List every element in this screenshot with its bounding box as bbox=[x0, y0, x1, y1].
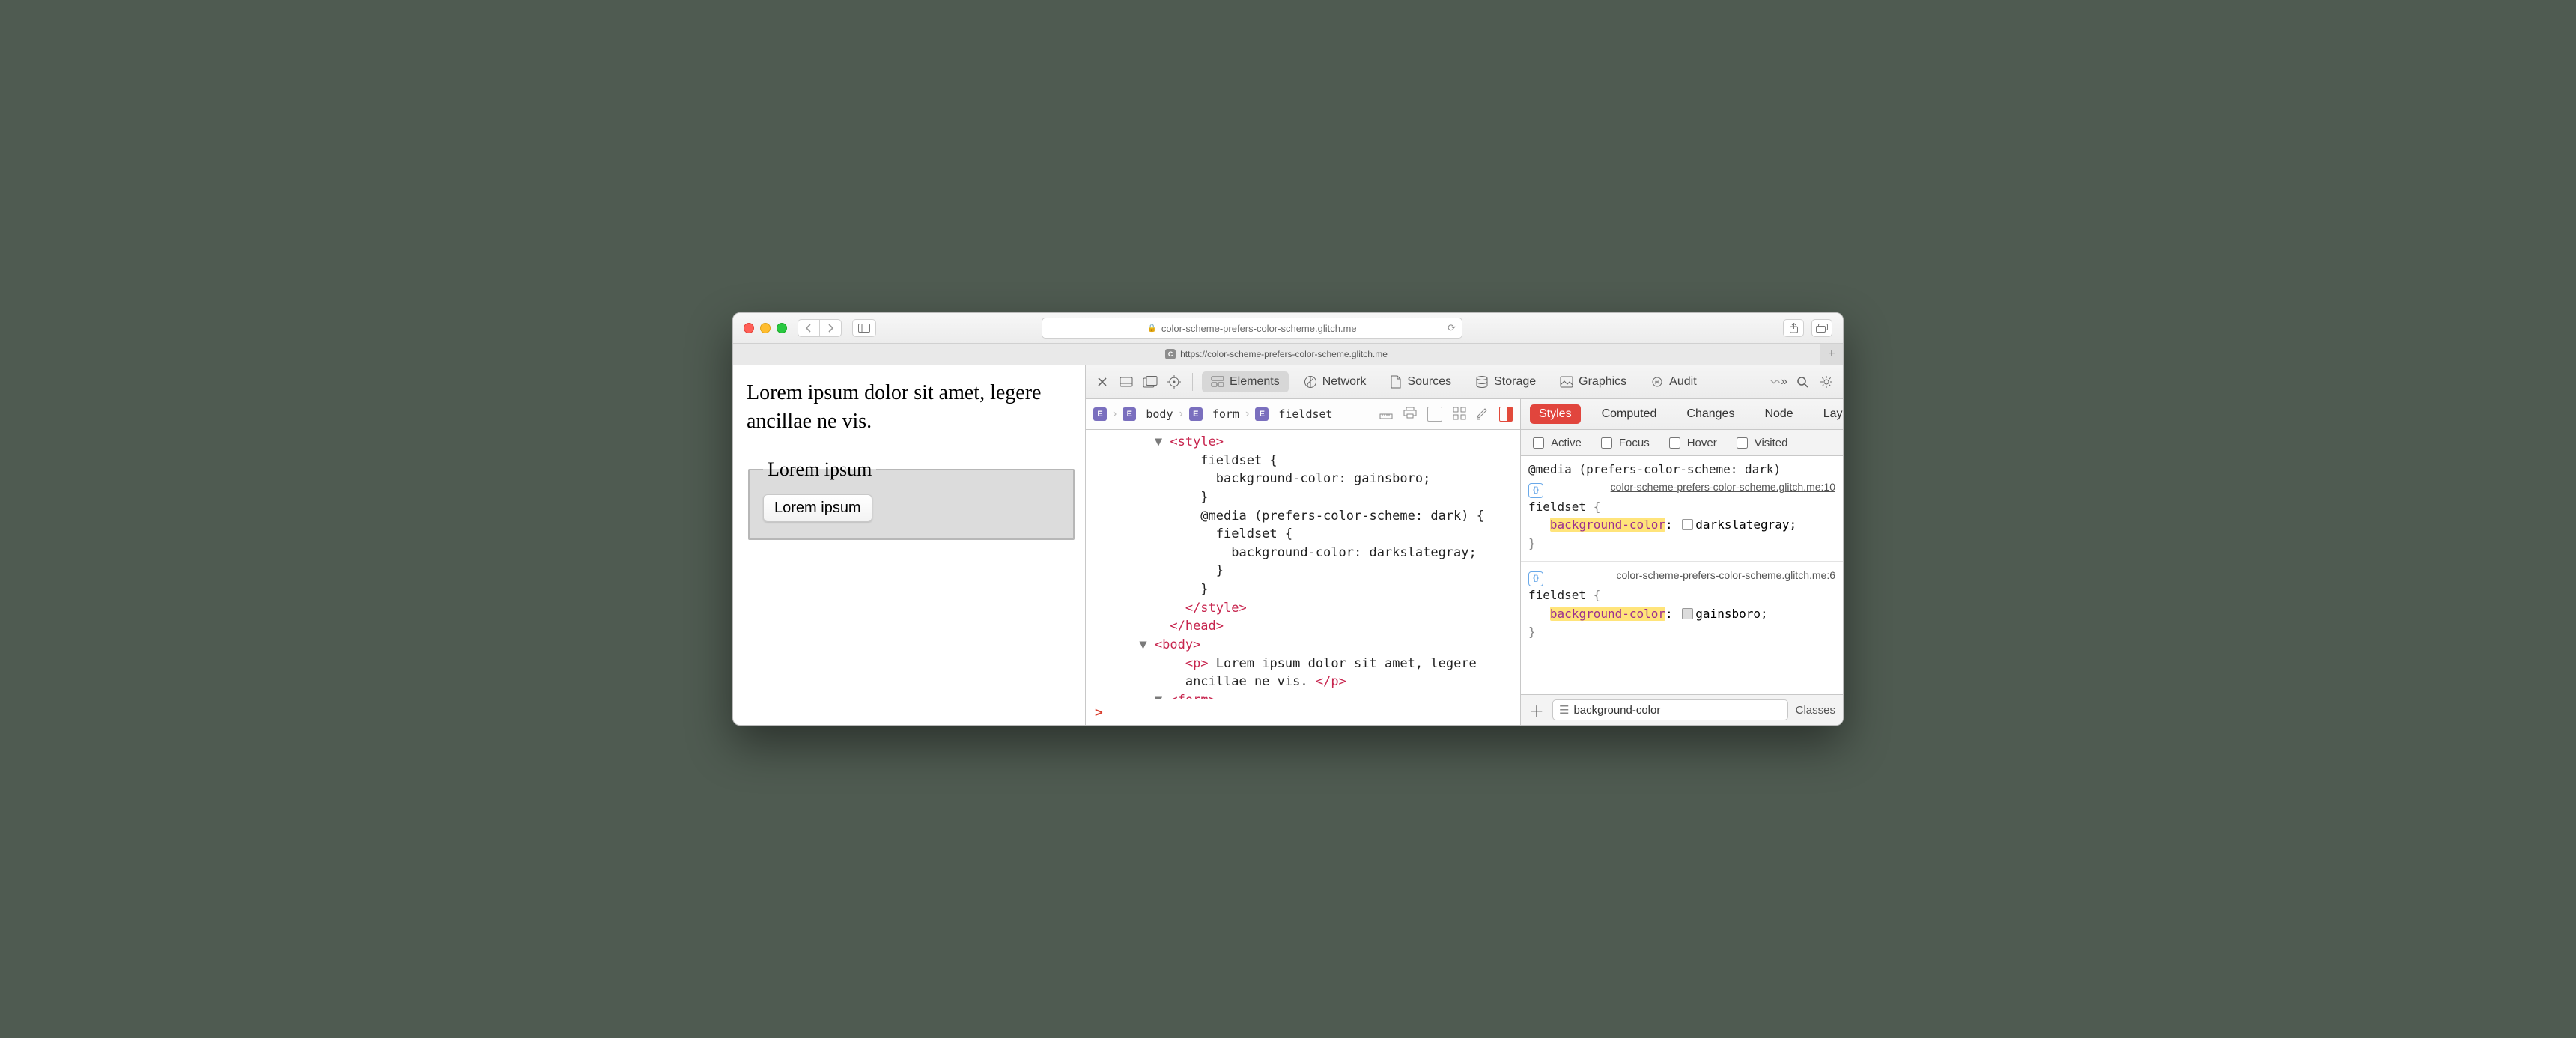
dock-side-button[interactable] bbox=[1141, 371, 1159, 392]
address-bar[interactable]: 🔒 color-scheme-prefers-color-scheme.glit… bbox=[1042, 318, 1462, 339]
lock-icon: 🔒 bbox=[1147, 324, 1156, 333]
tab-audit[interactable]: Audit bbox=[1641, 371, 1705, 392]
settings-button[interactable] bbox=[1817, 371, 1835, 392]
breadcrumb-fieldset[interactable]: E fieldset bbox=[1255, 407, 1332, 421]
styles-tab-changes[interactable]: Changes bbox=[1677, 404, 1743, 424]
page-fieldset: Lorem ipsum Lorem ipsum bbox=[748, 458, 1075, 540]
tab-sources[interactable]: Sources bbox=[1381, 371, 1460, 392]
css-rules[interactable]: @media (prefers-color-scheme: dark) {}co… bbox=[1521, 456, 1843, 694]
reload-button[interactable]: ⟳ bbox=[1448, 322, 1456, 334]
sources-icon bbox=[1390, 375, 1402, 389]
browser-tab-strip: C https://color-scheme-prefers-color-sch… bbox=[733, 344, 1843, 365]
back-button[interactable] bbox=[798, 320, 819, 336]
rule-source-link[interactable]: color-scheme-prefers-color-scheme.glitch… bbox=[1611, 479, 1835, 496]
print-icon[interactable] bbox=[1403, 407, 1417, 422]
styles-tabs: Styles Computed Changes Node Layers bbox=[1521, 399, 1843, 430]
audit-icon bbox=[1650, 376, 1664, 388]
page-legend: Lorem ipsum bbox=[763, 458, 876, 481]
tab-elements[interactable]: Elements bbox=[1202, 371, 1289, 392]
elements-icon bbox=[1211, 376, 1224, 388]
jump-to-source-icon[interactable]: {} bbox=[1528, 571, 1543, 586]
new-tab-button[interactable]: + bbox=[1820, 344, 1843, 365]
css-rule-1: @media (prefers-color-scheme: dark) {}co… bbox=[1528, 461, 1835, 553]
toggle-sidebar-icon[interactable] bbox=[1499, 407, 1513, 422]
tab-favicon: C bbox=[1165, 349, 1176, 359]
minimize-window-button[interactable] bbox=[760, 323, 771, 333]
title-bar: 🔒 color-scheme-prefers-color-scheme.glit… bbox=[733, 313, 1843, 344]
pseudo-focus[interactable]: Focus bbox=[1598, 435, 1650, 451]
elements-panel: E › E body › E form › E fieldset bbox=[1086, 399, 1521, 725]
dock-bottom-button[interactable] bbox=[1117, 371, 1135, 392]
box-model-icon[interactable] bbox=[1427, 407, 1442, 422]
css-rule-2: {} color-scheme-prefers-color-scheme.glit… bbox=[1528, 568, 1835, 642]
content-split: Lorem ipsum dolor sit amet, legere ancil… bbox=[733, 365, 1843, 725]
devtools-toolbar: Elements Network Sources Storage Graphic… bbox=[1086, 365, 1843, 399]
breadcrumb-root[interactable]: E bbox=[1093, 407, 1107, 421]
ruler-icon[interactable] bbox=[1379, 407, 1393, 422]
tab-title: https://color-scheme-prefers-color-schem… bbox=[1180, 349, 1388, 359]
styles-filter-input[interactable]: ☰ background-color bbox=[1552, 699, 1788, 720]
maximize-window-button[interactable] bbox=[777, 323, 787, 333]
pseudo-active[interactable]: Active bbox=[1530, 435, 1582, 451]
address-host: color-scheme-prefers-color-scheme.glitch… bbox=[1161, 323, 1357, 334]
tab-network[interactable]: Network bbox=[1295, 371, 1376, 392]
more-tabs-button[interactable]: » bbox=[1770, 371, 1787, 392]
paint-icon[interactable] bbox=[1477, 407, 1489, 422]
close-window-button[interactable] bbox=[744, 323, 754, 333]
tab-graphics[interactable]: Graphics bbox=[1551, 371, 1635, 392]
rule-source-link[interactable]: color-scheme-prefers-color-scheme.glitch… bbox=[1616, 568, 1835, 584]
tab-storage[interactable]: Storage bbox=[1466, 371, 1545, 392]
breadcrumb-form[interactable]: E form bbox=[1189, 407, 1239, 421]
share-button[interactable] bbox=[1783, 319, 1804, 337]
nav-arrows bbox=[798, 319, 842, 337]
styles-tab-node[interactable]: Node bbox=[1755, 404, 1802, 424]
storage-icon bbox=[1475, 375, 1489, 389]
graphics-icon bbox=[1560, 376, 1573, 388]
title-bar-right-controls bbox=[1783, 319, 1832, 337]
forward-button[interactable] bbox=[819, 320, 841, 336]
dom-tree[interactable]: ▼ <style> fieldset { background-color: g… bbox=[1086, 430, 1520, 699]
search-button[interactable] bbox=[1793, 371, 1811, 392]
inspect-element-button[interactable] bbox=[1165, 371, 1183, 392]
styles-tab-computed[interactable]: Computed bbox=[1593, 404, 1666, 424]
devtools: Elements Network Sources Storage Graphic… bbox=[1085, 365, 1843, 725]
page-viewport: Lorem ipsum dolor sit amet, legere ancil… bbox=[733, 365, 1085, 725]
console-chevron-icon: > bbox=[1095, 705, 1103, 720]
filter-icon: ☰ bbox=[1559, 703, 1569, 717]
classes-toggle[interactable]: Classes bbox=[1796, 704, 1835, 717]
pseudo-class-toggles: Active Focus Hover Visited bbox=[1521, 430, 1843, 456]
styles-filter-row: ＋ ☰ background-color Classes bbox=[1521, 694, 1843, 725]
color-swatch[interactable] bbox=[1682, 608, 1693, 619]
breadcrumb-bar: E › E body › E form › E fieldset bbox=[1086, 399, 1520, 430]
pseudo-visited[interactable]: Visited bbox=[1734, 435, 1788, 451]
styles-tab-styles[interactable]: Styles bbox=[1530, 404, 1581, 424]
show-sidebar-button[interactable] bbox=[852, 319, 876, 337]
new-rule-button[interactable]: ＋ bbox=[1528, 699, 1545, 721]
styles-panel: Styles Computed Changes Node Layers Acti… bbox=[1521, 399, 1843, 725]
breadcrumb-body[interactable]: E body bbox=[1123, 407, 1173, 421]
grid-icon[interactable] bbox=[1453, 407, 1466, 422]
page-button[interactable]: Lorem ipsum bbox=[763, 494, 872, 522]
close-devtools-button[interactable] bbox=[1093, 371, 1111, 392]
color-swatch[interactable] bbox=[1682, 519, 1693, 530]
styles-tab-layers[interactable]: Layers bbox=[1814, 404, 1844, 424]
window-controls bbox=[744, 323, 787, 333]
console-prompt[interactable]: > bbox=[1086, 699, 1520, 725]
pseudo-hover[interactable]: Hover bbox=[1666, 435, 1717, 451]
jump-to-source-icon[interactable]: {} bbox=[1528, 483, 1543, 498]
page-paragraph: Lorem ipsum dolor sit amet, legere ancil… bbox=[747, 379, 1076, 436]
browser-tab[interactable]: C https://color-scheme-prefers-color-sch… bbox=[733, 344, 1820, 365]
show-tabs-button[interactable] bbox=[1811, 319, 1832, 337]
safari-window: 🔒 color-scheme-prefers-color-scheme.glit… bbox=[732, 312, 1844, 726]
network-icon bbox=[1304, 375, 1317, 389]
